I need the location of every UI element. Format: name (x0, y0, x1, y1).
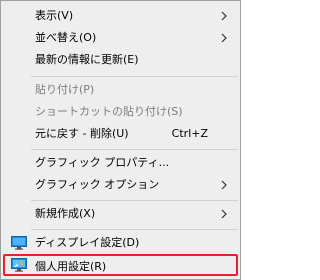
chevron-right-icon (221, 11, 227, 21)
menu-separator (31, 76, 238, 77)
menu-item-label: グラフィック オプション (35, 178, 160, 191)
menu-separator (31, 229, 238, 230)
chevron-right-icon (221, 180, 227, 190)
menu-item-label: 貼り付け(P) (35, 83, 95, 96)
personalize-icon (11, 258, 27, 272)
menu-item-label: ディスプレイ設定(D) (35, 236, 140, 249)
desktop-context-menu: 表示(V) 並べ替え(O) 最新の情報に更新(E) 貼り付け(P) ショートカッ… (0, 0, 241, 280)
menu-item-new[interactable]: 新規作成(X) (3, 203, 238, 225)
menu-item-label: ショートカットの貼り付け(S) (35, 105, 183, 118)
menu-item-label: 最新の情報に更新(E) (35, 53, 139, 66)
menu-item-personalize[interactable]: 個人用設定(R) (3, 254, 238, 276)
menu-item-sort-by[interactable]: 並べ替え(O) (3, 27, 238, 49)
menu-item-label: 個人用設定(R) (35, 260, 107, 273)
menu-item-view[interactable]: 表示(V) (3, 5, 238, 27)
menu-separator (31, 149, 238, 150)
menu-item-paste: 貼り付け(P) (3, 79, 238, 101)
menu-item-shortcut: Ctrl+Z (171, 127, 208, 140)
menu-item-label: 並べ替え(O) (35, 31, 97, 44)
menu-item-undo-delete[interactable]: 元に戻す - 削除(U) Ctrl+Z (3, 123, 238, 145)
menu-item-paste-shortcut: ショートカットの貼り付け(S) (3, 101, 238, 123)
menu-separator (31, 200, 238, 201)
menu-item-graphics-options[interactable]: グラフィック オプション (3, 174, 238, 196)
menu-item-graphics-properties[interactable]: グラフィック プロパティ... (3, 152, 238, 174)
chevron-right-icon (221, 33, 227, 43)
menu-item-refresh[interactable]: 最新の情報に更新(E) (3, 49, 238, 71)
menu-item-label: グラフィック プロパティ... (35, 156, 170, 169)
menu-item-display-settings[interactable]: ディスプレイ設定(D) (3, 232, 238, 254)
chevron-right-icon (221, 209, 227, 219)
display-icon (11, 236, 27, 250)
menu-item-label: 元に戻す - 削除(U) (35, 127, 129, 140)
menu-item-label: 新規作成(X) (35, 207, 96, 220)
menu-item-label: 表示(V) (35, 9, 74, 22)
